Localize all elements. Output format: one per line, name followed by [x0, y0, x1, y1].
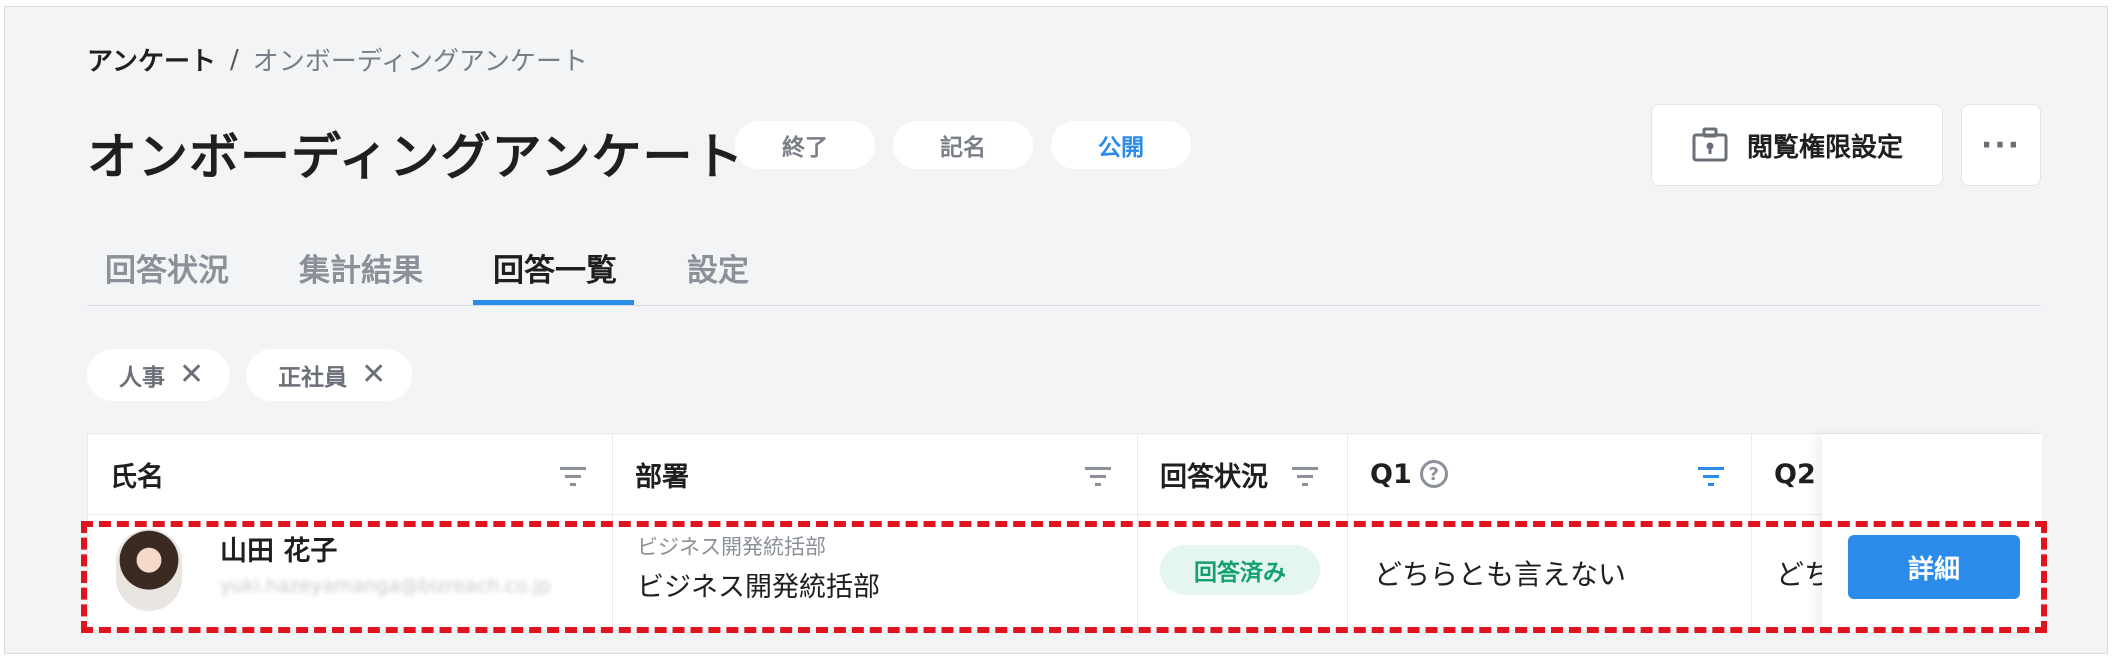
close-icon[interactable]: ✕: [361, 360, 386, 390]
filter-chip-fulltime: 正社員 ✕: [246, 349, 413, 401]
breadcrumb-separator: /: [229, 44, 239, 75]
filter-chip-label: 人事: [119, 365, 165, 391]
status-badge: 回答済み: [1160, 545, 1320, 595]
cell-department: ビジネス開発統括部 ビジネス開発統括部: [613, 515, 1138, 632]
q1-answer: どちらとも言えない: [1374, 558, 1627, 591]
column-header-name[interactable]: 氏名: [88, 434, 613, 514]
survey-badges: 終了 記名 公開: [735, 121, 1191, 169]
cell-name: 山田 花子 yuki.hazeyamanga@bizreach.co.jp: [88, 515, 613, 632]
department-name: ビジネス開発統括部: [637, 572, 880, 603]
filter-chips: 人事 ✕ 正社員 ✕: [87, 349, 413, 401]
more-options-button[interactable]: ···: [1961, 104, 2041, 186]
column-header-label: 氏名: [110, 461, 164, 493]
badge-public: 公開: [1051, 121, 1191, 169]
tab-bar: 回答状況 集計結果 回答一覧 設定: [87, 237, 2041, 306]
close-icon[interactable]: ✕: [179, 360, 204, 390]
active-tab-indicator: [473, 300, 634, 305]
department-parent: ビジネス開発統括部: [637, 535, 826, 559]
badge-named: 記名: [893, 121, 1033, 169]
badge-closed: 終了: [735, 121, 875, 169]
tab-aggregate-results[interactable]: 集計結果: [299, 245, 423, 290]
responses-table: 氏名 部署 回答状況 Q1 ? Q2 山田 花子 yuki.hazeyamang…: [87, 433, 2042, 632]
column-header-label: 部署: [635, 461, 689, 493]
app-window: アンケート / オンボーディングアンケート オンボーディングアンケート 終了 記…: [4, 6, 2108, 654]
filter-icon[interactable]: [1083, 464, 1113, 488]
help-icon[interactable]: ?: [1419, 460, 1448, 488]
column-header-label: 回答状況: [1160, 461, 1268, 493]
lock-folder-icon: [1692, 127, 1728, 162]
page-title: オンボーディングアンケート: [87, 128, 745, 186]
respondent-name: 山田 花子: [220, 536, 338, 567]
permission-settings-label: 閲覧権限設定: [1746, 132, 1903, 163]
respondent-email: yuki.hazeyamanga@bizreach.co.jp: [220, 575, 551, 597]
column-header-department[interactable]: 部署: [613, 434, 1138, 514]
filter-chip-label: 正社員: [278, 365, 348, 391]
tab-response-list[interactable]: 回答一覧: [493, 245, 617, 290]
filter-icon[interactable]: [558, 464, 588, 488]
avatar: [116, 529, 182, 611]
tab-settings[interactable]: 設定: [687, 245, 749, 290]
sticky-action-column: 詳細: [1822, 434, 2042, 632]
cell-q1: どちらとも言えない: [1348, 515, 1752, 632]
detail-button[interactable]: 詳細: [1848, 535, 2020, 599]
filter-icon[interactable]: [1290, 464, 1320, 488]
breadcrumb-root[interactable]: アンケート: [87, 41, 216, 78]
breadcrumb: アンケート / オンボーディングアンケート: [87, 41, 588, 78]
column-header-status[interactable]: 回答状況: [1138, 434, 1348, 514]
column-header-label: Q1: [1370, 458, 1412, 490]
tab-response-status[interactable]: 回答状況: [105, 245, 229, 290]
column-header-q1[interactable]: Q1 ?: [1348, 434, 1752, 514]
filter-chip-hr: 人事 ✕: [87, 349, 231, 401]
cell-status: 回答済み: [1138, 515, 1348, 632]
filter-icon-active[interactable]: [1696, 464, 1726, 488]
column-header-label: Q2: [1774, 458, 1816, 490]
breadcrumb-current: オンボーディングアンケート: [252, 47, 588, 77]
permission-settings-button[interactable]: 閲覧権限設定: [1651, 104, 1943, 186]
